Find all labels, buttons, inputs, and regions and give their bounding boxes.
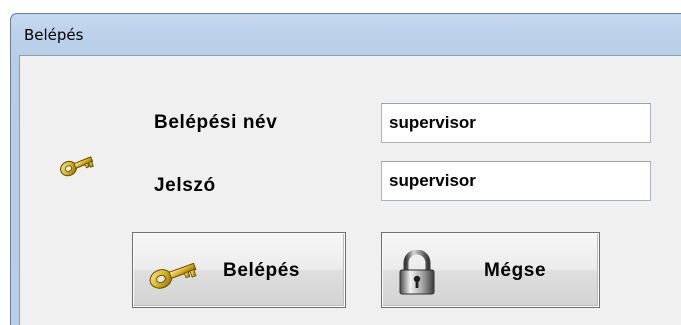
title-bar[interactable]: Belépés: [11, 14, 681, 50]
dialog-content: Belépési név Jelszó: [19, 55, 681, 325]
login-button-label: Belépés: [223, 260, 301, 281]
padlock-icon: [397, 249, 437, 296]
username-label: Belépési név: [154, 112, 278, 133]
window-title: Belépés: [24, 26, 84, 44]
key-icon: [57, 146, 97, 180]
login-button[interactable]: Belépés: [132, 232, 346, 308]
password-field[interactable]: [381, 161, 651, 201]
cancel-button[interactable]: Mégse: [381, 232, 600, 308]
password-label: Jelszó: [154, 175, 216, 196]
login-dialog: Belépés Belépési név supervisor Jelszó s…: [10, 13, 681, 325]
cancel-button-label: Mégse: [484, 260, 547, 281]
username-field[interactable]: [381, 103, 651, 143]
key-icon: [145, 253, 203, 289]
